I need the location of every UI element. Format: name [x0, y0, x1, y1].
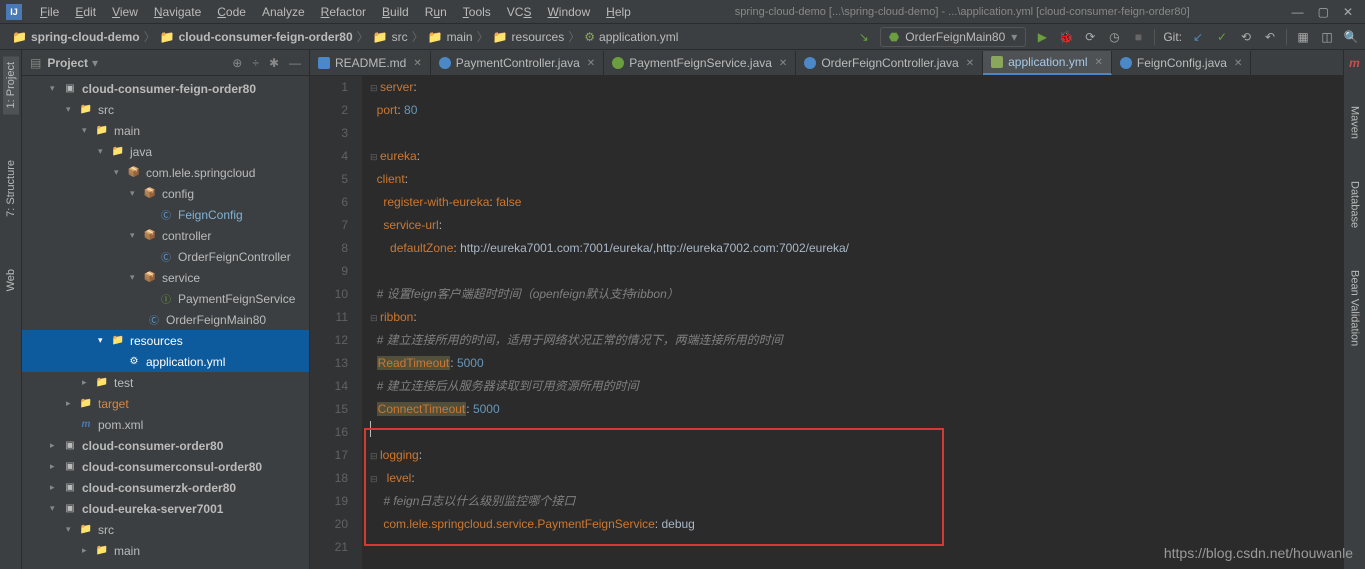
git-revert-icon[interactable]: ↶	[1262, 29, 1278, 45]
right-gutter: m Maven Database Bean Validation	[1343, 50, 1365, 569]
profile-icon[interactable]: ◷	[1106, 29, 1122, 45]
maximize-icon[interactable]: ▢	[1318, 5, 1329, 19]
code-editor[interactable]: 123456789101112131415161718192021 ⊟serve…	[310, 76, 1343, 569]
menu-file[interactable]: File	[32, 5, 67, 19]
project-sidebar: ▤ Project ▾ ⊕ ÷ ✱ — ▾▣cloud-consumer-fei…	[22, 50, 310, 569]
breadcrumb-file[interactable]: application.yml	[599, 30, 678, 44]
editor-area: README.md✕ PaymentController.java✕ Payme…	[310, 50, 1343, 569]
tool-database-tab[interactable]: Database	[1347, 175, 1363, 234]
close-icon[interactable]: ✕	[779, 58, 787, 69]
tree-orderfeignmain[interactable]: ⒸOrderFeignMain80	[22, 309, 309, 330]
tree-java[interactable]: ▾📁java	[22, 141, 309, 162]
tool-project-tab[interactable]: 1: Project	[3, 56, 19, 114]
structure-icon[interactable]: ▦	[1295, 29, 1311, 45]
menu-edit[interactable]: Edit	[67, 5, 104, 19]
tree-package[interactable]: ▾📦com.lele.springcloud	[22, 162, 309, 183]
tool-web-tab[interactable]: Web	[3, 263, 19, 297]
tree-test[interactable]: ▸📁test	[22, 372, 309, 393]
tree-mod3[interactable]: ▸▣cloud-consumerconsul-order80	[22, 456, 309, 477]
close-icon[interactable]: ✕	[413, 58, 421, 69]
tree-paymentfeignservice[interactable]: ⒾPaymentFeignService	[22, 288, 309, 309]
editor-tabs: README.md✕ PaymentController.java✕ Payme…	[310, 50, 1343, 76]
tree-feignconfig[interactable]: ⒸFeignConfig	[22, 204, 309, 225]
git-commit-icon[interactable]: ✓	[1214, 29, 1230, 45]
menu-vcs[interactable]: VCS	[499, 5, 540, 19]
git-label: Git:	[1163, 30, 1182, 44]
git-history-icon[interactable]: ⟲	[1238, 29, 1254, 45]
tree-config[interactable]: ▾📦config	[22, 183, 309, 204]
close-icon[interactable]: ✕	[1094, 57, 1102, 68]
breadcrumb-main[interactable]: main	[447, 30, 473, 44]
tab-paymentfeignservice[interactable]: PaymentFeignService.java✕	[604, 51, 796, 75]
collapse-icon[interactable]: ÷	[252, 56, 259, 70]
close-icon[interactable]: ✕	[966, 58, 974, 69]
tool-maven-tab[interactable]: Maven	[1347, 100, 1363, 145]
breadcrumb-root[interactable]: spring-cloud-demo	[31, 30, 140, 44]
menu-tools[interactable]: Tools	[455, 5, 499, 19]
close-icon[interactable]: ✕	[1234, 58, 1242, 69]
menu-code[interactable]: Code	[209, 5, 254, 19]
tree-pom[interactable]: mpom.xml	[22, 414, 309, 435]
breadcrumb-module[interactable]: cloud-consumer-feign-order80	[179, 30, 353, 44]
tree-main[interactable]: ▾📁main	[22, 120, 309, 141]
tree-applicationyml[interactable]: ⚙application.yml	[22, 351, 309, 372]
tree-src[interactable]: ▾📁src	[22, 99, 309, 120]
tree-controller[interactable]: ▾📦controller	[22, 225, 309, 246]
locate-icon[interactable]: ⊕	[232, 56, 242, 70]
left-gutter: 1: Project 7: Structure Web	[0, 50, 22, 569]
side-title: Project	[47, 56, 88, 70]
menu-refactor[interactable]: Refactor	[313, 5, 374, 19]
hide-icon[interactable]: —	[289, 56, 301, 70]
menu-window[interactable]: Window	[539, 5, 598, 19]
stop-icon[interactable]: ■	[1130, 29, 1146, 45]
tool-bean-tab[interactable]: Bean Validation	[1347, 264, 1363, 352]
menu-bar: IJ File Edit View Navigate Code Analyze …	[0, 0, 1365, 24]
window-title: spring-cloud-demo [...\spring-cloud-demo…	[639, 6, 1286, 18]
menu-run[interactable]: Run	[417, 5, 455, 19]
menu-analyze[interactable]: Analyze	[254, 5, 313, 19]
breadcrumb-src[interactable]: src	[392, 30, 408, 44]
tree-main2[interactable]: ▸📁main	[22, 540, 309, 561]
tab-paymentcontroller[interactable]: PaymentController.java✕	[431, 51, 604, 75]
project-tree: ▾▣cloud-consumer-feign-order80 ▾📁src ▾📁m…	[22, 76, 309, 569]
tree-resources[interactable]: ▾📁resources	[22, 330, 309, 351]
minimize-icon[interactable]: —	[1292, 5, 1304, 19]
tree-mod4[interactable]: ▸▣cloud-consumerzk-order80	[22, 477, 309, 498]
code-content[interactable]: ⊟server: port: 80 ⊟eureka: client: regis…	[362, 76, 1343, 569]
watermark: https://blog.csdn.net/houwanle	[1164, 545, 1353, 561]
tree-service[interactable]: ▾📦service	[22, 267, 309, 288]
tree-orderfeigncontroller[interactable]: ⒸOrderFeignController	[22, 246, 309, 267]
menu-help[interactable]: Help	[598, 5, 639, 19]
close-icon[interactable]: ✕	[1343, 5, 1353, 19]
tree-mod5[interactable]: ▾▣cloud-eureka-server7001	[22, 498, 309, 519]
ide-logo-icon: IJ	[6, 4, 22, 20]
run-config-selector[interactable]: ⬣ OrderFeignMain80 ▾	[880, 27, 1027, 47]
tab-feignconfig[interactable]: FeignConfig.java✕	[1112, 51, 1251, 75]
search-icon[interactable]: 🔍	[1343, 29, 1359, 45]
line-numbers: 123456789101112131415161718192021	[310, 76, 362, 569]
tree-src2[interactable]: ▾📁src	[22, 519, 309, 540]
tree-mod2[interactable]: ▸▣cloud-consumer-order80	[22, 435, 309, 456]
run-icon[interactable]: ▶	[1034, 29, 1050, 45]
tab-readme[interactable]: README.md✕	[310, 51, 431, 75]
tree-module[interactable]: ▾▣cloud-consumer-feign-order80	[22, 78, 309, 99]
build-icon[interactable]: ↘	[856, 29, 872, 45]
breadcrumb-resources[interactable]: resources	[512, 30, 565, 44]
tab-applicationyml[interactable]: application.yml✕	[983, 51, 1112, 75]
tool-structure-tab[interactable]: 7: Structure	[3, 154, 19, 223]
tab-orderfeigncontroller[interactable]: OrderFeignController.java✕	[796, 51, 983, 75]
git-update-icon[interactable]: ↙	[1190, 29, 1206, 45]
close-icon[interactable]: ✕	[587, 58, 595, 69]
settings-icon[interactable]: ✱	[269, 56, 279, 70]
menu-view[interactable]: View	[104, 5, 146, 19]
menu-navigate[interactable]: Navigate	[146, 5, 209, 19]
coverage-icon[interactable]: ⟳	[1082, 29, 1098, 45]
layout-icon[interactable]: ◫	[1319, 29, 1335, 45]
debug-icon[interactable]: 🐞	[1058, 29, 1074, 45]
navigation-bar: 📁 spring-cloud-demo 〉📁 cloud-consumer-fe…	[0, 24, 1365, 50]
menu-build[interactable]: Build	[374, 5, 417, 19]
tree-target[interactable]: ▸📁target	[22, 393, 309, 414]
